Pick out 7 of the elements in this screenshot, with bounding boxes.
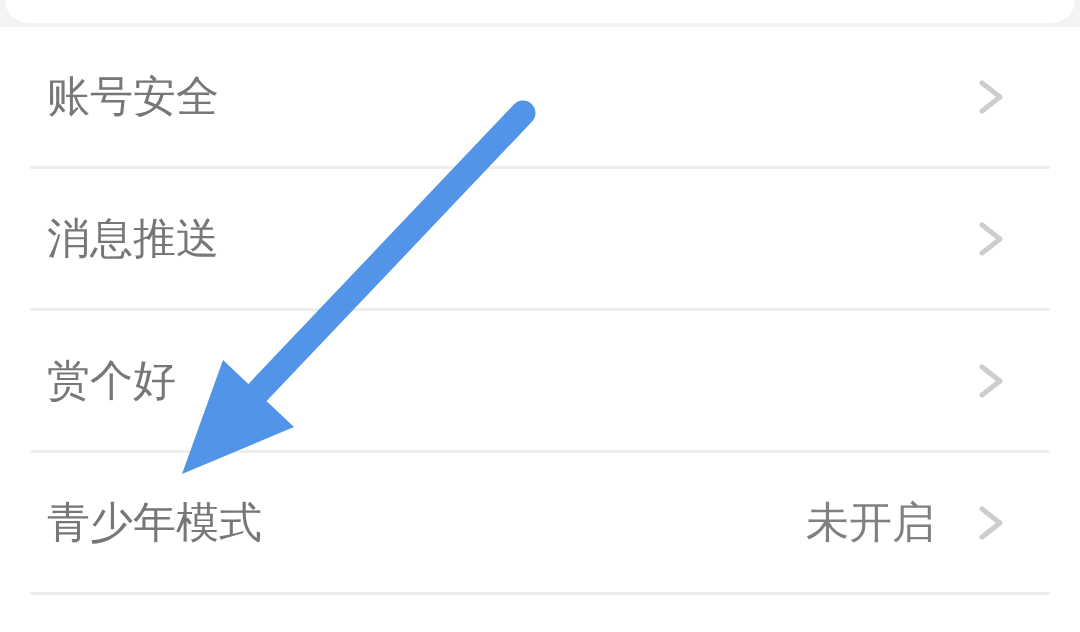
chevron-right-icon — [979, 221, 1003, 256]
chevron-right-icon — [979, 79, 1003, 114]
chevron-right-icon — [979, 505, 1003, 540]
status-value: 未开启 — [806, 495, 935, 549]
chevron-right-icon — [979, 363, 1003, 398]
settings-item[interactable]: 账号安全 — [30, 27, 1050, 169]
settings-item[interactable]: 消息推送 — [30, 169, 1050, 311]
